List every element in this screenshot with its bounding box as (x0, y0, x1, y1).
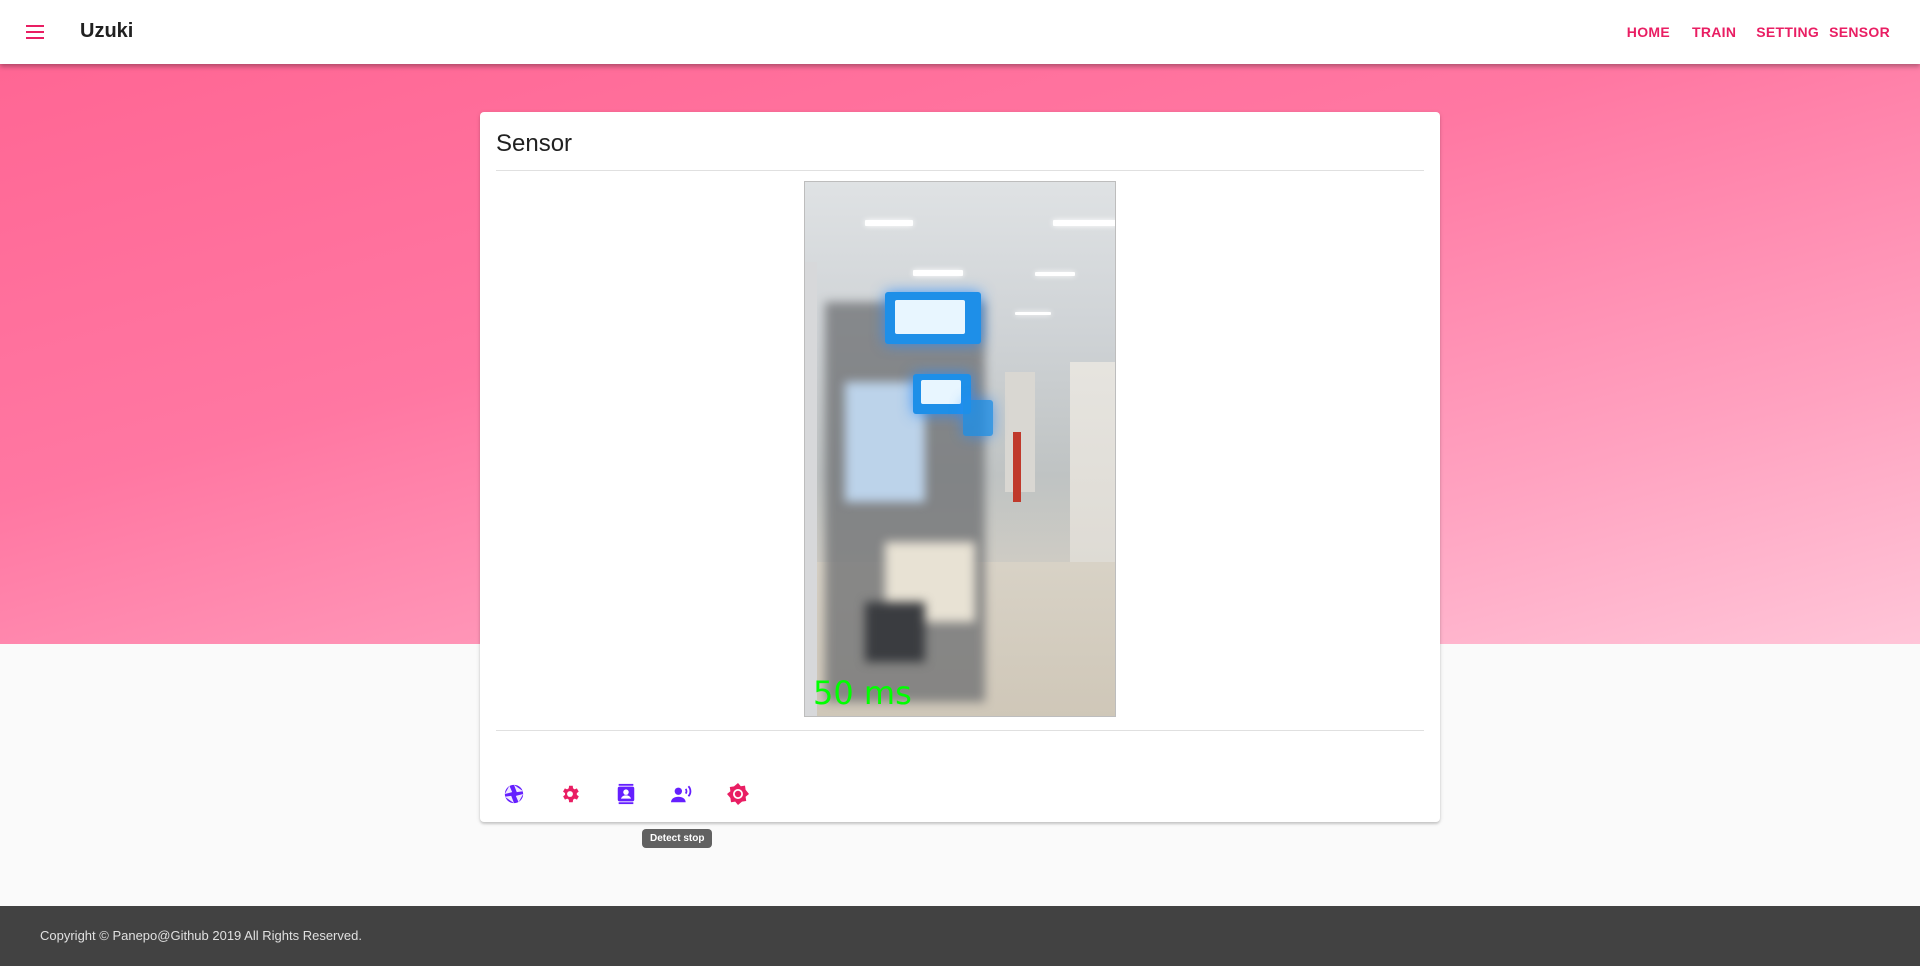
brightness-button[interactable] (718, 776, 758, 816)
settings-button[interactable] (550, 776, 590, 816)
camera-iris-icon (503, 783, 525, 810)
latency-overlay: 50 ms (813, 674, 912, 712)
contacts-icon (615, 783, 637, 810)
card-divider-bottom (496, 730, 1424, 731)
blurred-chair (865, 602, 925, 662)
camera-iris-button[interactable] (494, 776, 534, 816)
footer: Copyright © Panepo@Github 2019 All Right… (0, 906, 1920, 966)
app-title: Uzuki (80, 20, 134, 42)
detect-stop-button[interactable] (606, 776, 646, 816)
app-bar: Uzuki HOME TRAIN SETTING SENSOR (0, 0, 1920, 64)
voice-person-icon (670, 783, 694, 810)
gear-icon (559, 783, 581, 810)
ceiling-light (1053, 220, 1115, 226)
monitor (885, 292, 981, 344)
ceiling-light (1015, 312, 1051, 315)
ceiling-light (913, 270, 963, 276)
nav-train[interactable]: TRAIN (1678, 24, 1744, 40)
red-item (1013, 432, 1021, 502)
card-title: Sensor (496, 130, 573, 157)
card-divider-top (496, 170, 1424, 171)
ceiling-light (865, 220, 913, 226)
ceiling-light (1035, 272, 1075, 276)
sensor-card: Sensor 50 ms (480, 112, 1440, 822)
menu-icon[interactable] (20, 16, 52, 48)
voice-detect-button[interactable] (662, 776, 702, 816)
nav-home[interactable]: HOME (1619, 24, 1678, 40)
cubicle-edge (805, 262, 817, 716)
footer-copyright: Copyright © Panepo@Github 2019 All Right… (40, 928, 362, 943)
camera-feed: 50 ms (804, 181, 1116, 717)
brightness-icon (726, 782, 750, 811)
top-nav: HOME TRAIN SETTING SENSOR (1619, 0, 1898, 64)
nav-setting[interactable]: SETTING (1744, 24, 1827, 40)
monitor (963, 400, 993, 436)
tooltip: Detect stop (642, 829, 713, 848)
card-actions (494, 776, 774, 816)
nav-sensor[interactable]: SENSOR (1827, 24, 1898, 40)
